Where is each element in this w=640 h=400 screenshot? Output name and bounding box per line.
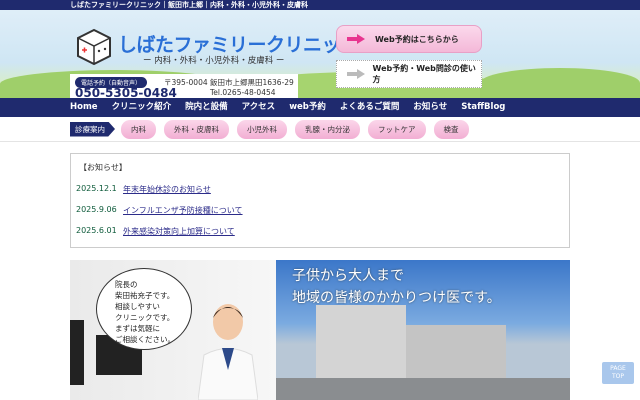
news-title: 【お知らせ】 [79,163,127,172]
bubble-line: ご相談ください。 [115,335,175,344]
nav-access[interactable]: アクセス [242,98,276,117]
news-link[interactable]: 年末年始休診のお知らせ [123,184,211,195]
news-date: 2025.6.01 [76,226,117,235]
dept-footcare[interactable]: フットケア [368,119,426,139]
clinic-logo-icon [77,28,111,66]
director-banner: 院長の 柴田祐充子です。 相談しやすい クリニックです。 まずは気軽に ご相談く… [70,260,276,400]
catch-line: 地域の皆様のかかりつけ医です。 [292,290,501,306]
nav-facilities[interactable]: 院内と設備 [185,98,228,117]
bubble-line: 相談しやすい [115,302,160,311]
main-nav: Home クリニック紹介 院内と設備 アクセス web予約 よくあるご質問 お知… [0,98,640,117]
nav-home[interactable]: Home [70,98,98,117]
department-nav: 診療案内 内科 外科・皮膚科 小児外科 乳腺・内分泌 フットケア 検査 [0,117,640,142]
dept-pediatric-surgery[interactable]: 小児外科 [237,119,287,139]
department-label: 診療案内 [70,121,115,137]
speech-bubble: 院長の 柴田祐充子です。 相談しやすい クリニックです。 まずは気軽に ご相談く… [96,268,192,350]
news-date: 2025.9.06 [76,205,117,214]
news-item: 2025.9.06 インフルエンザ予防接種について [76,205,243,216]
dept-breast-endocrine[interactable]: 乳腺・内分泌 [295,119,360,139]
news-link[interactable]: インフルエンザ予防接種について [123,205,243,216]
header: しばたファミリークリニック ー 内科・外科・小児外科・皮膚科 ー 電話予約（自動… [0,10,640,100]
nav-clinic[interactable]: クリニック紹介 [112,98,172,117]
dept-exam[interactable]: 検査 [433,119,469,139]
nav-staffblog[interactable]: StaffBlog [461,98,505,117]
page-top-button[interactable]: PAGE TOP [602,362,634,384]
tel-number[interactable]: Tel.0265-48-0454 [210,88,276,97]
page-top-label: PAGE [610,365,626,372]
contact-box: 電話予約（自動音声） 050-5305-0484 〒395-0004 飯田市上郷… [70,74,298,100]
news-link[interactable]: 外来感染対策向上加算について [123,226,235,237]
nav-news[interactable]: お知らせ [413,98,447,117]
parking-lot [276,378,570,400]
dept-surgery-derm[interactable]: 外科・皮膚科 [164,119,229,139]
arrow-right-icon [347,34,365,44]
building-image [406,325,506,380]
hill-decoration [480,68,640,98]
page-top-label: TOP [611,373,624,380]
news-item: 2025.12.1 年末年始休診のお知らせ [76,184,211,195]
news-date: 2025.12.1 [76,184,117,193]
clinic-building-banner: 子供から大人まで 地域の皆様のかかりつけ医です。 [276,260,570,400]
catch-copy: 子供から大人まで 地域の皆様のかかりつけ医です。 [292,265,501,309]
top-bar: しばたファミリークリニック｜飯田市上郷｜内科・外科・小児外科・皮膚科 [0,0,640,10]
news-item: 2025.6.01 外来感染対策向上加算について [76,226,235,237]
building-image [316,305,406,380]
bubble-line: クリニックです。 [115,313,175,322]
bubble-line: まずは気軽に [115,324,160,333]
nav-web-reserve[interactable]: web予約 [289,98,326,117]
clinic-subtitle: ー 内科・外科・小児外科・皮膚科 ー [143,56,285,66]
news-box: 【お知らせ】 2025.12.1 年末年始休診のお知らせ 2025.9.06 イ… [70,153,570,248]
catch-line: 子供から大人まで [292,268,404,284]
monitor-decoration [70,320,84,385]
clinic-title[interactable]: しばたファミリークリニック [118,30,359,57]
bubble-line: 柴田祐充子です。 [115,291,175,300]
web-reserve-label: Web予約はこちらから [375,34,459,44]
bubble-line: 院長の [115,280,138,289]
doctor-photo [198,304,258,400]
nav-faq[interactable]: よくあるご質問 [340,98,400,117]
web-reserve-button[interactable]: Web予約はこちらから [336,25,482,53]
address: 〒395-0004 飯田市上郷黒田1636-29 [164,78,294,87]
dept-internal[interactable]: 内科 [121,119,156,139]
arrow-right-icon [347,69,365,79]
howto-label: Web予約・Web問診の使い方 [372,64,476,84]
howto-button[interactable]: Web予約・Web問診の使い方 [336,60,482,88]
